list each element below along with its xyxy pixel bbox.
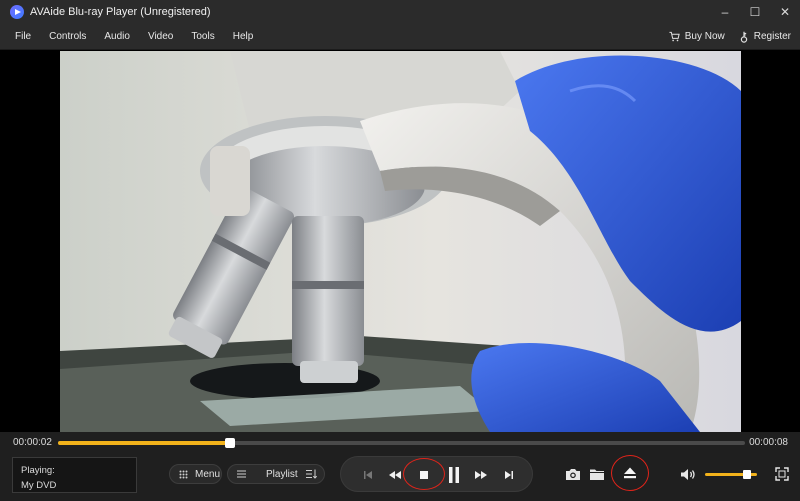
- total-duration: 00:00:08: [749, 437, 788, 448]
- control-bar: Playing: My DVD Menu Playlist: [0, 454, 800, 501]
- fast-forward-button[interactable]: [470, 464, 492, 486]
- maximize-button[interactable]: ☐: [740, 0, 770, 24]
- snapshot-button[interactable]: [562, 463, 584, 485]
- pause-icon: [449, 467, 459, 483]
- volume-icon: [681, 468, 695, 480]
- disc-menu-label: Menu: [195, 468, 221, 480]
- fast-forward-icon: [475, 471, 487, 479]
- open-folder-button[interactable]: [586, 463, 608, 485]
- video-area[interactable]: [0, 51, 800, 432]
- menu-controls[interactable]: Controls: [40, 31, 95, 42]
- register-link[interactable]: Register: [739, 31, 791, 43]
- fullscreen-icon: [775, 467, 789, 481]
- fullscreen-button[interactable]: [771, 463, 793, 485]
- now-playing-box: Playing: My DVD: [12, 457, 137, 493]
- next-icon: [505, 471, 513, 479]
- app-logo-icon: [10, 5, 24, 19]
- volume-slider-handle[interactable]: [742, 470, 751, 479]
- rewind-icon: [389, 471, 401, 479]
- progress-row: 00:00:02 00:00:08: [0, 432, 800, 454]
- seek-bar-handle[interactable]: [224, 438, 235, 448]
- playlist-button[interactable]: Playlist: [227, 464, 325, 484]
- previous-chapter-button[interactable]: [357, 464, 379, 486]
- next-chapter-button[interactable]: [498, 464, 520, 486]
- seek-bar[interactable]: [58, 438, 745, 448]
- list-icon: [237, 470, 246, 478]
- grid-menu-icon: [179, 470, 188, 478]
- disc-menu-button[interactable]: Menu: [169, 464, 222, 484]
- previous-icon: [364, 471, 372, 479]
- close-button[interactable]: ✕: [770, 0, 800, 24]
- key-icon: [740, 31, 747, 43]
- buy-now-link[interactable]: Buy Now: [669, 31, 725, 42]
- menu-right-group: Buy Now Register: [655, 31, 800, 43]
- playlist-label: Playlist: [266, 468, 298, 480]
- window-title: AVAide Blu-ray Player (Unregistered): [30, 6, 211, 18]
- register-label: Register: [753, 31, 791, 42]
- menu-bar: File Controls Audio Video Tools Help Buy…: [0, 24, 800, 50]
- stop-highlight-ring: [403, 458, 445, 490]
- eject-highlight-ring: [611, 455, 649, 491]
- volume-button[interactable]: [677, 463, 699, 485]
- pause-button[interactable]: [443, 464, 465, 486]
- menu-video[interactable]: Video: [139, 31, 182, 42]
- buy-now-label: Buy Now: [684, 31, 725, 42]
- video-picture: [60, 51, 741, 432]
- now-playing-title: My DVD: [21, 480, 57, 491]
- sort-icon[interactable]: [306, 469, 318, 479]
- menu-file[interactable]: File: [0, 31, 40, 42]
- video-frame: [60, 51, 741, 432]
- cart-icon: [669, 31, 680, 42]
- menu-help[interactable]: Help: [224, 31, 263, 42]
- minimize-button[interactable]: –: [710, 0, 740, 24]
- volume-slider[interactable]: [705, 470, 757, 479]
- current-time: 00:00:02: [13, 437, 52, 448]
- seek-bar-fill: [58, 441, 230, 445]
- transport-controls: [340, 456, 533, 492]
- window-controls: – ☐ ✕: [710, 0, 800, 24]
- now-playing-label: Playing:: [21, 465, 55, 476]
- menu-audio[interactable]: Audio: [95, 31, 139, 42]
- folder-icon: [590, 469, 604, 480]
- title-bar: AVAide Blu-ray Player (Unregistered) – ☐…: [0, 0, 800, 24]
- camera-icon: [566, 468, 580, 480]
- menu-tools[interactable]: Tools: [182, 31, 223, 42]
